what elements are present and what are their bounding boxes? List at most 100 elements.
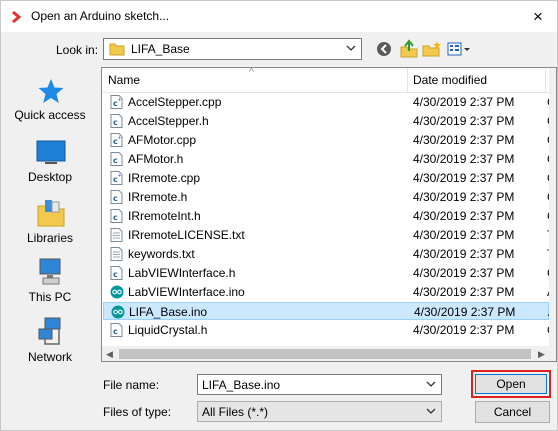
up-folder-button[interactable] [398,39,420,59]
open-sketch-dialog: Open an Arduino sketch... × Look in: LIF… [0,0,558,431]
svg-text:+: + [118,135,122,141]
new-folder-button[interactable] [421,39,443,59]
sort-ascending-icon: ^ [249,67,254,78]
file-row[interactable]: cLiquidCrystal.h4/30/2019 2:37 PMC [103,321,556,339]
cpp-file-icon: c + [110,171,123,185]
file-row[interactable]: cAFMotor.h4/30/2019 2:37 PMC [103,150,556,168]
file-row[interactable]: LabVIEWInterface.ino4/30/2019 2:37 PMA [103,283,555,301]
list-header: ^ Name Date modified [102,68,549,93]
files-of-type-value: All Files (*.*) [202,405,269,419]
file-date-modified: 4/30/2019 2:37 PM [413,190,515,204]
look-in-label: Look in: [56,43,99,57]
file-name: IRremote.cpp [128,171,201,185]
place-label: Libraries [26,231,74,245]
scroll-right-icon[interactable]: ▶ [538,349,545,360]
file-name: LabVIEWInterface.h [128,266,236,280]
file-row[interactable]: c+AccelStepper.cpp4/30/2019 2:37 PMC [103,93,556,111]
c-header-file-icon: c [110,323,123,337]
file-row[interactable]: LIFA_Base.ino4/30/2019 2:37 PMA [103,302,556,320]
cpp-file-icon: c + [110,95,123,109]
place-desktop[interactable]: Desktop [4,135,96,187]
file-row[interactable]: c+IRremote.cpp4/30/2019 2:37 PMC [103,169,556,187]
svg-text:c: c [113,213,118,222]
svg-text:c: c [113,156,118,165]
file-row[interactable]: cLabVIEWInterface.h4/30/2019 2:37 PMC [103,264,556,282]
file-row[interactable]: cIRremoteInt.h4/30/2019 2:37 PMC [103,207,556,225]
file-row[interactable]: cAccelStepper.h4/30/2019 2:37 PMC [103,112,556,130]
computer-icon [39,258,61,285]
place-label: Quick access [14,108,86,122]
svg-text:c: c [113,118,118,127]
back-icon [377,42,391,56]
look-in-value: LIFA_Base [131,42,190,56]
horizontal-scrollbar[interactable]: ◀ ▶ [102,346,556,361]
look-in-dropdown[interactable]: LIFA_Base [103,38,362,60]
scroll-thumb[interactable] [119,349,531,359]
file-date-modified: 4/30/2019 2:37 PM [413,228,515,242]
place-network[interactable]: Network [4,315,96,367]
file-name: IRremoteLICENSE.txt [128,228,245,242]
file-name: LabVIEWInterface.ino [128,285,245,299]
scroll-left-icon[interactable]: ◀ [106,349,113,360]
vertical-scrollbar[interactable] [549,68,556,346]
text-file-icon [110,247,123,261]
open-button[interactable]: Open [475,374,547,394]
file-date-modified: 4/30/2019 2:37 PM [414,305,516,319]
view-menu-icon [447,42,470,56]
place-label: Network [27,350,72,364]
view-menu-button[interactable] [446,39,472,59]
open-button-highlight: Open [471,370,551,398]
file-name: LiquidCrystal.h [128,323,208,337]
place-label: Desktop [27,170,73,184]
file-name: IRremote.h [128,190,188,204]
libraries-icon [37,200,65,227]
place-label: This PC [28,290,72,304]
file-name-value: LIFA_Base.ino [202,378,281,392]
file-row[interactable]: IRremoteLICENSE.txt4/30/2019 2:37 PMT [103,226,554,244]
up-folder-icon [400,39,418,58]
file-name: AccelStepper.h [128,114,209,128]
files-of-type-label: Files of type: [103,405,172,419]
place-libraries[interactable]: Libraries [4,196,96,248]
file-name-input[interactable]: LIFA_Base.ino [197,374,442,395]
chevron-down-icon [426,408,436,414]
files-of-type-select[interactable]: All Files (*.*) [197,401,442,422]
svg-text:+: + [118,97,122,103]
file-row[interactable]: c+AFMotor.cpp4/30/2019 2:37 PMC [103,131,556,149]
close-icon[interactable]: × [525,5,551,29]
file-date-modified: 4/30/2019 2:37 PM [413,95,515,109]
file-name: LIFA_Base.ino [129,305,208,319]
folder-icon [109,43,125,56]
file-row[interactable]: cIRremote.h4/30/2019 2:37 PMC [103,188,556,206]
cancel-button[interactable]: Cancel [475,401,550,423]
file-date-modified: 4/30/2019 2:37 PM [413,323,515,337]
file-row[interactable]: keywords.txt4/30/2019 2:37 PMT [103,245,554,263]
place-this-pc[interactable]: This PC [4,255,96,307]
c-header-file-icon: c [110,152,123,166]
file-name: IRremoteInt.h [128,209,201,223]
new-folder-icon [422,41,441,57]
arduino-file-icon [110,285,124,299]
file-date-modified: 4/30/2019 2:37 PM [413,152,515,166]
svg-text:c: c [113,327,118,336]
column-divider[interactable] [545,68,546,92]
window-title: Open an Arduino sketch... [31,9,170,23]
file-name-label: File name: [103,378,160,392]
svg-text:c: c [113,194,118,203]
chevron-down-icon [346,45,356,51]
svg-text:c: c [113,270,118,279]
column-header-date[interactable]: Date modified [413,73,487,87]
place-quick-access[interactable]: Quick access [4,73,96,125]
back-button[interactable] [374,39,396,59]
title-bar[interactable]: Open an Arduino sketch... × [1,1,557,32]
column-divider[interactable] [407,68,408,92]
cpp-file-icon: c + [110,133,123,147]
text-file-icon [110,228,123,242]
file-name: AFMotor.h [128,152,184,166]
c-header-file-icon: c [110,209,123,223]
chevron-down-icon[interactable] [425,377,437,391]
file-list[interactable]: ^ Name Date modified c + AccelStepper.cpp 4… [101,67,557,362]
column-header-name[interactable]: Name [108,73,140,87]
c-header-file-icon: c [110,190,123,204]
app-icon [12,10,22,24]
